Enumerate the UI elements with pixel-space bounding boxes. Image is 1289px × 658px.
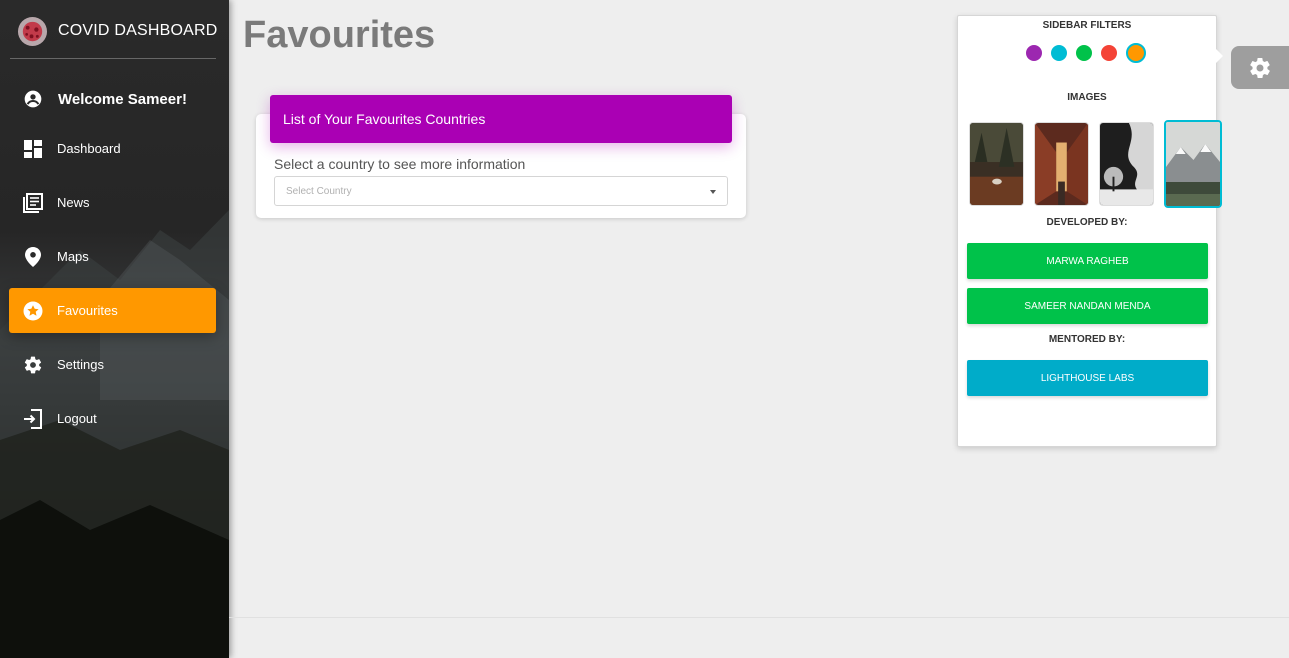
filter-swatch-green[interactable]	[1076, 45, 1092, 61]
sidebar-image-options	[969, 120, 1232, 208]
images-heading: IMAGES	[1067, 92, 1107, 103]
virus-icon	[17, 16, 48, 46]
sidebar-item-settings[interactable]: Settings	[9, 342, 216, 387]
sidebar-item-logout[interactable]: Logout	[9, 396, 216, 441]
user-greeting: Welcome Sameer!	[58, 90, 187, 108]
chevron-down-icon	[710, 190, 716, 194]
sidebar-item-favourites[interactable]: Favourites	[9, 288, 216, 333]
sidebar-image-option-forest[interactable]	[969, 122, 1024, 206]
sidebar-item-maps[interactable]: Maps	[9, 234, 216, 279]
gear-icon	[23, 355, 43, 375]
country-select-placeholder: Select Country	[286, 185, 352, 197]
sidebar: COVID DASHBOARD Welcome Sameer! Dashboar…	[0, 0, 229, 658]
gear-icon	[1250, 57, 1270, 78]
mentor-button[interactable]: LIGHTHOUSE LABS	[967, 360, 1208, 396]
sidebar-item-label: Logout	[57, 411, 97, 426]
settings-panel-arrow	[1216, 49, 1223, 63]
filter-swatch-orange[interactable]	[1126, 43, 1146, 63]
footer-divider	[229, 617, 1289, 618]
sidebar-filters-heading: SIDEBAR FILTERS	[1042, 20, 1132, 31]
dashboard-icon	[23, 139, 43, 159]
sidebar-image-option-street[interactable]	[1034, 122, 1089, 206]
page-title: Favourites	[243, 14, 436, 56]
sidebar-filter-swatches	[1026, 43, 1155, 63]
sidebar-item-dashboard[interactable]: Dashboard	[9, 126, 216, 171]
developer-button-marwa[interactable]: MARWA RAGHEB	[967, 243, 1208, 279]
sidebar-item-label: Favourites	[57, 303, 118, 318]
settings-toggle-button[interactable]	[1231, 46, 1289, 89]
user-profile[interactable]: Welcome Sameer!	[23, 88, 187, 110]
star-icon	[23, 301, 43, 321]
brand-title: COVID DASHBOARD	[58, 22, 218, 39]
location-pin-icon	[23, 246, 43, 267]
filter-swatch-red[interactable]	[1101, 45, 1117, 61]
mentored-by-heading: MENTORED BY:	[1048, 334, 1126, 345]
country-select[interactable]: Select Country	[274, 176, 728, 206]
favourites-card-header: List of Your Favourites Countries	[270, 95, 732, 143]
sidebar-item-label: News	[57, 195, 90, 210]
sidebar-item-label: Settings	[57, 357, 104, 372]
developed-by-heading: DEVELOPED BY:	[1046, 217, 1128, 228]
country-select-label: Select a country to see more information	[274, 156, 526, 172]
sidebar-item-label: Dashboard	[57, 141, 121, 156]
brand-divider	[10, 58, 216, 59]
sidebar-nav: Dashboard News Maps Favourites Settings	[9, 126, 216, 450]
sidebar-image-option-mountains[interactable]	[1164, 120, 1222, 208]
news-icon	[23, 192, 43, 213]
filter-swatch-cyan[interactable]	[1051, 45, 1067, 61]
developer-button-sameer[interactable]: SAMEER NANDAN MENDA	[967, 288, 1208, 324]
brand[interactable]: COVID DASHBOARD	[17, 14, 217, 48]
sidebar-image-option-winter-tree[interactable]	[1099, 122, 1154, 206]
filter-swatch-purple[interactable]	[1026, 45, 1042, 61]
sidebar-item-label: Maps	[57, 249, 89, 264]
sidebar-item-news[interactable]: News	[9, 180, 216, 225]
account-circle-icon	[24, 90, 42, 108]
logout-icon	[23, 408, 43, 429]
